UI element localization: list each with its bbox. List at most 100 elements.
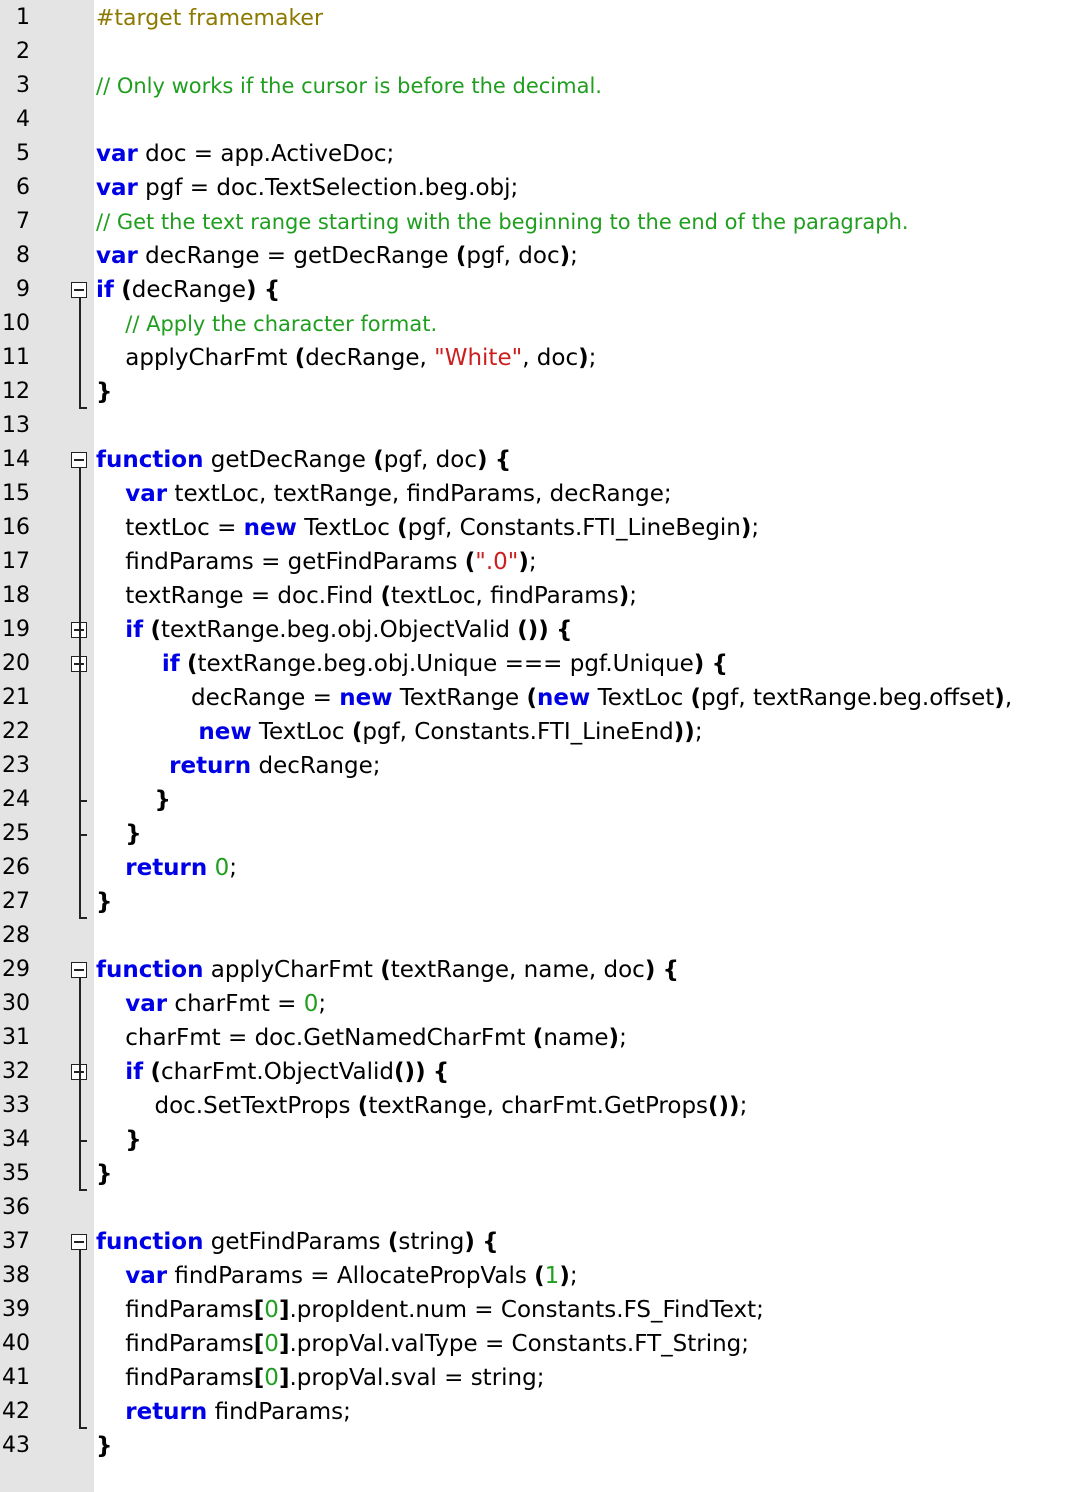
code-line[interactable]: 34 } — [0, 1123, 1092, 1157]
code-line[interactable]: 17 findParams = getFindParams (".0"); — [0, 545, 1092, 579]
code-line[interactable]: 4 — [0, 103, 1092, 137]
code-line[interactable]: 31 charFmt = doc.GetNamedCharFmt (name); — [0, 1021, 1092, 1055]
line-number: 3 — [16, 73, 30, 98]
keyword-token: function — [96, 447, 204, 473]
code-line[interactable]: 25 } — [0, 817, 1092, 851]
code-line[interactable]: 11 applyCharFmt (decRange, "White", doc)… — [0, 341, 1092, 375]
code-token: textRange, charFmt.GetProps — [368, 1093, 709, 1119]
bracket-token: ( — [464, 549, 476, 575]
code-token: TextLoc — [296, 515, 398, 541]
code-line[interactable]: 42 return findParams; — [0, 1395, 1092, 1429]
code-token: textRange.beg.obj.Unique === pgf.Unique — [197, 651, 694, 677]
code-line[interactable]: 20 if (textRange.beg.obj.Unique === pgf.… — [0, 647, 1092, 681]
code-line[interactable]: 36 — [0, 1191, 1092, 1225]
code-line[interactable]: 16 textLoc = new TextLoc (pgf, Constants… — [0, 511, 1092, 545]
code-line[interactable]: 14 function getDecRange (pgf, doc) { — [0, 443, 1092, 477]
code-line[interactable]: 30 var charFmt = 0; — [0, 987, 1092, 1021]
code-text: } — [96, 1429, 112, 1463]
code-line[interactable]: 18 textRange = doc.Find (textLoc, findPa… — [0, 579, 1092, 613]
code-text: function getDecRange (pgf, doc) { — [96, 443, 511, 477]
code-line[interactable]: 29 function applyCharFmt (textRange, name… — [0, 953, 1092, 987]
bracket-token: } — [96, 1161, 113, 1187]
code-text: } — [96, 817, 142, 851]
code-line[interactable]: 7 // Get the text range starting with the… — [0, 205, 1092, 239]
code-line[interactable]: 5 var doc = app.ActiveDoc; — [0, 137, 1092, 171]
line-number: 9 — [16, 277, 30, 302]
code-line[interactable]: 21 decRange = new TextRange (new TextLoc… — [0, 681, 1092, 715]
line-number: 31 — [2, 1025, 30, 1050]
code-text: var charFmt = 0; — [96, 987, 326, 1021]
code-line[interactable]: 2 — [0, 35, 1092, 69]
code-line[interactable]: 19 if (textRange.beg.obj.ObjectValid ())… — [0, 613, 1092, 647]
fold-collapse-icon[interactable] — [71, 962, 87, 978]
line-number: 16 — [2, 515, 30, 540]
line-number: 42 — [2, 1399, 30, 1424]
code-token: charFmt = — [167, 991, 304, 1017]
code-line[interactable]: 33 doc.SetTextProps (textRange, charFmt.… — [0, 1089, 1092, 1123]
code-token: .propIdent.num = Constants.FS_FindText; — [289, 1297, 764, 1323]
bracket-token: } — [125, 821, 142, 847]
code-token: ; — [629, 583, 637, 609]
code-line[interactable]: 22 new TextLoc (pgf, Constants.FTI_LineE… — [0, 715, 1092, 749]
number-token: 0 — [264, 1365, 279, 1391]
keyword-token: var — [96, 175, 138, 201]
bracket-token: ( — [380, 583, 392, 609]
code-line[interactable]: 28 — [0, 919, 1092, 953]
number-token: 0 — [214, 855, 230, 881]
string-token: ".0" — [475, 549, 519, 575]
code-line[interactable]: 24 } — [0, 783, 1092, 817]
code-line[interactable]: 9 if (decRange) { — [0, 273, 1092, 307]
code-line[interactable]: 6 var pgf = doc.TextSelection.beg.obj; — [0, 171, 1092, 205]
code-line[interactable]: 35} — [0, 1157, 1092, 1191]
line-number: 24 — [2, 787, 30, 812]
code-line[interactable]: 38 var findParams = AllocatePropVals (1)… — [0, 1259, 1092, 1293]
fold-collapse-icon[interactable] — [71, 1234, 87, 1250]
code-text: } — [96, 375, 112, 409]
code-text: var textLoc, textRange, findParams, decR… — [96, 477, 671, 511]
code-token: pgf = doc.TextSelection.beg.obj; — [137, 175, 519, 201]
line-number: 29 — [2, 957, 30, 982]
code-line[interactable]: 12} — [0, 375, 1092, 409]
fold-end-tick — [79, 1427, 87, 1429]
code-line[interactable]: 13 — [0, 409, 1092, 443]
code-token: decRange; — [251, 753, 381, 779]
code-line[interactable]: 40 findParams[0].propVal.valType = Const… — [0, 1327, 1092, 1361]
code-line[interactable]: 15 var textLoc, textRange, findParams, d… — [0, 477, 1092, 511]
code-token: textLoc, findParams — [391, 583, 619, 609]
bracket-token: [ — [253, 1297, 265, 1323]
code-line[interactable]: 10 // Apply the character format. — [0, 307, 1092, 341]
directive-token: #target framemaker — [96, 6, 324, 31]
code-token: findParams — [96, 1297, 254, 1323]
code-token: ; — [318, 991, 327, 1017]
code-text: // Apply the character format. — [96, 307, 437, 341]
code-text: function applyCharFmt (textRange, name, … — [96, 953, 679, 987]
bracket-token: } — [96, 889, 113, 915]
line-number: 36 — [2, 1195, 30, 1220]
keyword-token: new — [339, 685, 393, 711]
bracket-token: ) — [608, 1025, 620, 1051]
code-line[interactable]: 3 // Only works if the cursor is before t… — [0, 69, 1092, 103]
code-token: ; — [229, 855, 237, 881]
code-line[interactable]: 41 findParams[0].propVal.sval = string; — [0, 1361, 1092, 1395]
fold-collapse-icon[interactable] — [71, 452, 87, 468]
code-token: pgf, textRange.beg.offset — [701, 685, 995, 711]
code-token: textRange.beg.obj.ObjectValid — [160, 617, 518, 643]
code-line[interactable]: 37 function getFindParams (string) { — [0, 1225, 1092, 1259]
fold-end-tick — [79, 407, 87, 409]
code-line[interactable]: 39 findParams[0].propIdent.num = Constan… — [0, 1293, 1092, 1327]
code-line[interactable]: 1 #target framemaker — [0, 1, 1092, 35]
code-line[interactable]: 43} — [0, 1429, 1092, 1463]
code-token: TextLoc — [590, 685, 691, 711]
line-number: 32 — [2, 1059, 30, 1084]
fold-collapse-icon[interactable] — [71, 282, 87, 298]
line-number: 34 — [2, 1127, 30, 1152]
code-line[interactable]: 32 if (charFmt.ObjectValid()) { — [0, 1055, 1092, 1089]
code-line[interactable]: 26 return 0; — [0, 851, 1092, 885]
code-editor[interactable]: 1 #target framemaker 2 3// Only works if th… — [0, 0, 1092, 1492]
bracket-token: { — [432, 1059, 450, 1085]
code-line[interactable]: 27} — [0, 885, 1092, 919]
code-line[interactable]: 23 return decRange; — [0, 749, 1092, 783]
code-text: return findParams; — [96, 1395, 351, 1429]
code-line[interactable]: 8 var decRange = getDecRange (pgf, doc); — [0, 239, 1092, 273]
